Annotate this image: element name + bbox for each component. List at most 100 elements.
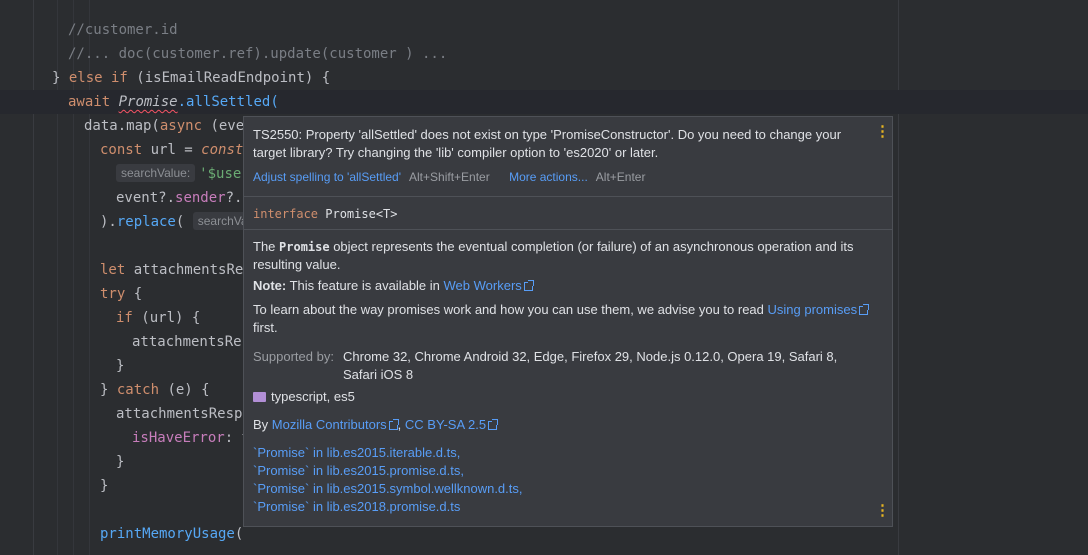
quick-fix-actions: Adjust spelling to 'allSettled' Alt+Shift… <box>253 168 661 186</box>
code-line[interactable]: if (url) { <box>116 306 200 330</box>
code-token: } <box>100 478 109 494</box>
note-label: Note: <box>253 278 287 293</box>
code-line[interactable]: } catch (e) { <box>100 378 210 402</box>
reference-link[interactable]: `Promise` in lib.es2015.iterable.d.ts, <box>253 444 523 462</box>
current-code-line[interactable]: await Promise.allSettled( <box>0 90 1088 114</box>
adjust-spelling-link[interactable]: Adjust spelling to 'allSettled' <box>253 170 401 184</box>
doc-text: To learn about the way promises work and… <box>253 302 768 317</box>
code-line[interactable]: data.map(async (even <box>84 114 253 138</box>
parameter-hint: searchValue: <box>116 164 196 182</box>
code-token: (url) { <box>132 310 201 326</box>
inline-code: Promise <box>279 240 330 254</box>
keyword: interface <box>253 207 319 221</box>
function-call: replace <box>116 214 176 230</box>
code-token: } <box>52 70 69 86</box>
code-token: (e) { <box>159 382 210 398</box>
external-link-icon <box>388 419 399 430</box>
shortcut-label: Alt+Enter <box>595 170 646 184</box>
reference-link[interactable]: `Promise` in lib.es2015.symbol.wellknown… <box>253 480 523 498</box>
separator <box>244 229 892 230</box>
property: isHaveError <box>132 430 225 446</box>
kebab-menu-icon[interactable]: ⋮ <box>875 503 890 519</box>
code-line[interactable]: //customer.id <box>68 18 178 42</box>
code-line[interactable]: const url = consta <box>100 138 252 162</box>
right-margin-guide <box>898 0 899 555</box>
doc-text: , <box>397 417 405 432</box>
doc-note: Note: This feature is available in Web W… <box>253 277 873 295</box>
doc-learn: To learn about the way promises work and… <box>253 301 873 337</box>
keyword: async <box>159 118 203 134</box>
doc-description: The Promise object represents the eventu… <box>253 238 873 274</box>
error-message: TS2550: Property 'allSettled' does not e… <box>253 127 842 160</box>
code-line[interactable]: } <box>100 474 108 498</box>
code-line[interactable]: } <box>116 354 124 378</box>
code-token: attachmentsRes <box>132 334 251 350</box>
code-line[interactable]: ).replace( searchVal <box>100 210 259 234</box>
keyword: const <box>100 142 143 158</box>
code-token: ( <box>234 526 244 542</box>
identifier: isEmailReadEndpoint <box>144 70 305 86</box>
library-row: typescript, es5 <box>253 388 873 406</box>
keyword: try <box>100 286 126 302</box>
property: sender <box>175 190 226 206</box>
type-name: Promise<T> <box>318 207 398 221</box>
license-link[interactable]: CC BY-SA 2.5 <box>405 417 486 432</box>
code-token: attachmentsRespo <box>116 406 251 422</box>
code-line[interactable]: //... doc(customer.ref).update(customer … <box>68 42 447 66</box>
code-line[interactable]: attachmentsRes <box>132 330 250 354</box>
code-line[interactable]: printMemoryUsage( <box>100 522 243 546</box>
reference-link[interactable]: `Promise` in lib.es2015.promise.d.ts, <box>253 462 523 480</box>
code-token: ) { <box>304 70 331 86</box>
type-signature: interface Promise<T> <box>253 205 398 223</box>
keyword: if <box>116 310 133 326</box>
code-line[interactable]: try { <box>100 282 142 306</box>
code-line[interactable]: isHaveError: t <box>132 426 250 450</box>
code-token: data.map( <box>84 118 160 134</box>
code-token: ( <box>175 214 193 230</box>
doc-text: This feature is available in <box>286 278 444 293</box>
supported-by-value: Chrome 32, Chrome Android 32, Edge, Fire… <box>343 349 838 382</box>
code-token: ). <box>100 214 117 230</box>
keyword: let <box>100 262 126 278</box>
code-token: ( <box>127 70 145 86</box>
keyword: catch <box>116 382 160 398</box>
web-workers-link[interactable]: Web Workers <box>444 278 522 293</box>
code-line[interactable]: event?.sender?.e <box>116 186 251 210</box>
definition-references: `Promise` in lib.es2015.iterable.d.ts, `… <box>253 444 523 516</box>
code-token: } <box>116 358 125 374</box>
string-literal: '$use <box>199 166 242 182</box>
doc-text: By <box>253 417 272 432</box>
function-call: .allSettled( <box>177 94 279 110</box>
code-token: event?. <box>116 190 176 206</box>
library-name: typescript, es5 <box>271 389 355 404</box>
code-token: } <box>116 454 125 470</box>
doc-text: The <box>253 239 280 254</box>
code-line[interactable]: searchValue: '$use <box>116 162 241 186</box>
code-line[interactable]: } else if (isEmailReadEndpoint) { <box>52 66 330 90</box>
code-line[interactable]: } <box>116 450 124 474</box>
keyword: else if <box>68 70 128 86</box>
doc-text: object represents the eventual completio… <box>253 239 854 272</box>
reference-link[interactable]: `Promise` in lib.es2018.promise.d.ts <box>253 498 523 516</box>
mozilla-contributors-link[interactable]: Mozilla Contributors <box>272 417 387 432</box>
error-section: TS2550: Property 'allSettled' does not e… <box>244 117 892 196</box>
code-token: } <box>100 382 117 398</box>
external-link-icon <box>523 280 534 291</box>
separator <box>244 196 892 197</box>
quick-documentation-popup[interactable]: TS2550: Property 'allSettled' does not e… <box>243 116 893 527</box>
attribution-row: By Mozilla Contributors, CC BY-SA 2.5 <box>253 416 873 434</box>
function-call: printMemoryUsage <box>100 526 235 542</box>
code-token: { <box>125 286 143 302</box>
kebab-menu-icon[interactable]: ⋮ <box>875 124 890 140</box>
comment: //customer.id <box>68 22 178 38</box>
external-link-icon <box>488 419 499 430</box>
using-promises-link[interactable]: Using promises <box>768 302 858 317</box>
external-link-icon <box>859 304 870 315</box>
gutter-divider <box>33 0 34 555</box>
more-actions-link[interactable]: More actions... <box>509 170 588 184</box>
folder-icon <box>253 392 266 402</box>
comment: //... doc(customer.ref).update(customer … <box>68 46 448 62</box>
code-line[interactable]: attachmentsRespo <box>116 402 251 426</box>
code-token: attachmentsRes <box>125 262 252 278</box>
code-line[interactable]: let attachmentsRes <box>100 258 252 282</box>
